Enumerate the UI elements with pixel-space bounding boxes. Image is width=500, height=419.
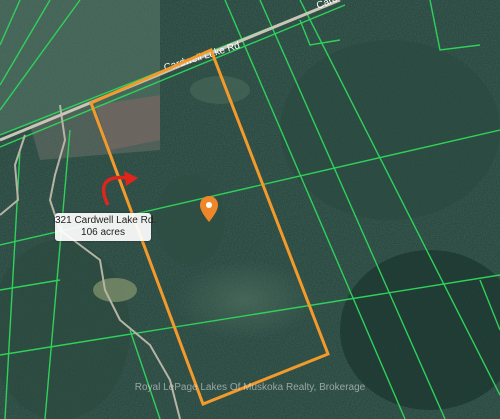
clearing	[190, 76, 250, 104]
satellite-map[interactable]: Cardwell Lake Rd Care 321 Cardwell Lake …	[0, 0, 500, 419]
map-canvas: Cardwell Lake Rd Care	[0, 0, 500, 419]
forest-patch	[280, 40, 500, 220]
clearing	[93, 278, 137, 302]
callout-address: 321 Cardwell Lake Rd.	[55, 215, 157, 226]
callout-acreage: 106 acres	[81, 227, 125, 238]
clearing	[175, 260, 315, 340]
brokerage-watermark: Royal LePage Lakes Of Muskoka Realty, Br…	[134, 382, 366, 393]
property-callout: 321 Cardwell Lake Rd. 106 acres	[55, 213, 157, 241]
wetland	[155, 175, 225, 265]
